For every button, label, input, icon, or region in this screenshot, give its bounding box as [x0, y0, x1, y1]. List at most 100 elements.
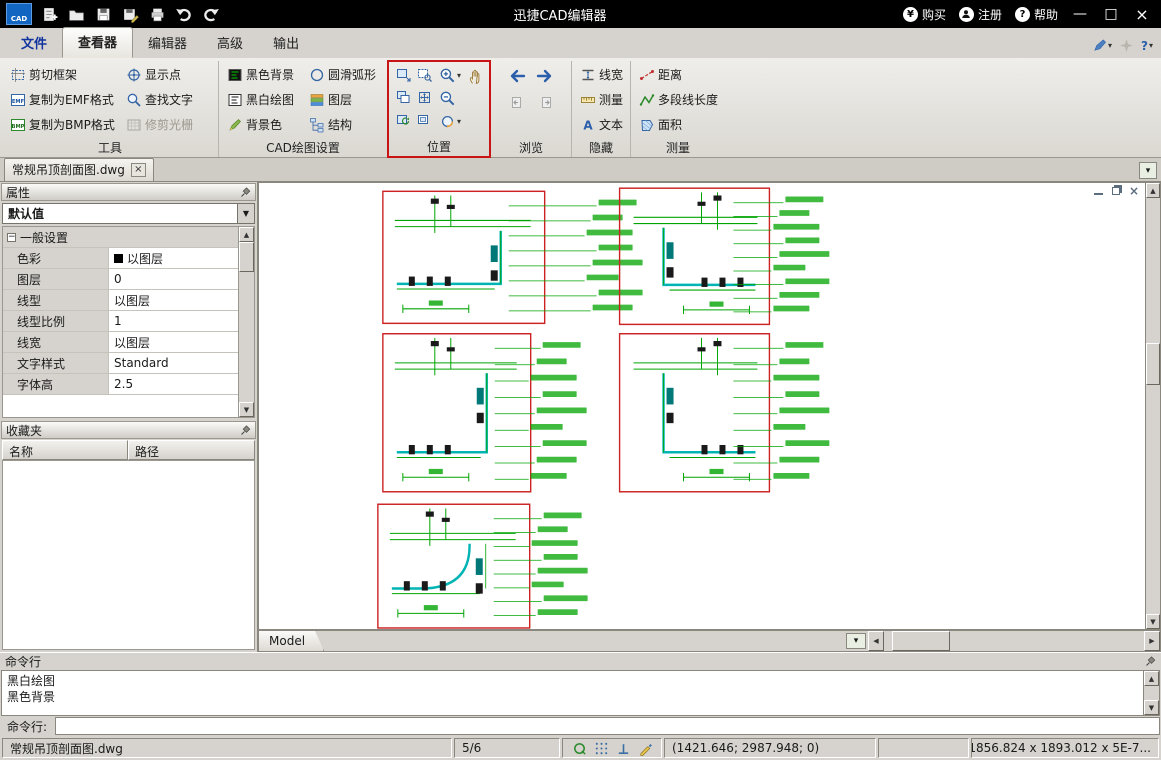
- tab-output[interactable]: 输出: [258, 29, 314, 58]
- line-width-button[interactable]: 线宽: [577, 62, 625, 87]
- zoom-out-button[interactable]: [439, 87, 461, 110]
- document-tab[interactable]: 常规吊顶剖面图.dwg ×: [4, 158, 154, 181]
- pin-icon[interactable]: [240, 186, 251, 198]
- vertical-scroll-thumb[interactable]: [1146, 343, 1160, 385]
- undo-button[interactable]: [174, 4, 194, 24]
- find-text-button[interactable]: 查找文字: [123, 87, 213, 112]
- hide-text-button[interactable]: A 文本: [577, 112, 625, 137]
- tab-editor[interactable]: 编辑器: [133, 29, 202, 58]
- property-row-layer[interactable]: 图层 0: [3, 269, 238, 290]
- save-button[interactable]: [93, 4, 113, 24]
- command-history[interactable]: 黑白绘图 黑色背景 ▲ ▼: [1, 670, 1160, 716]
- save-as-button[interactable]: [120, 4, 140, 24]
- favorites-col-path[interactable]: 路径: [128, 440, 255, 460]
- property-row-color[interactable]: 色彩 以图层: [3, 248, 238, 269]
- black-background-button[interactable]: 黑色背景: [224, 62, 306, 87]
- pan-view-button[interactable]: [393, 64, 413, 84]
- property-row-linetype[interactable]: 线型 以图层: [3, 290, 238, 311]
- background-color-button[interactable]: 背景色: [224, 112, 306, 137]
- style-pencil-button[interactable]: ▾: [1092, 38, 1112, 53]
- scroll-right-icon[interactable]: ▶: [1144, 631, 1160, 651]
- model-tab[interactable]: Model: [259, 631, 324, 651]
- zoom-in-button[interactable]: ▾: [439, 64, 461, 87]
- redo-button[interactable]: [201, 4, 221, 24]
- command-scrollbar[interactable]: ▲ ▼: [1143, 671, 1159, 715]
- pin-icon[interactable]: [240, 424, 251, 436]
- property-grid-scrollbar[interactable]: ▲ ▼: [238, 227, 254, 417]
- page-forward-button[interactable]: [536, 92, 556, 112]
- copy-emf-button[interactable]: EMF 复制为EMF格式: [7, 87, 123, 112]
- favorites-col-name[interactable]: 名称: [2, 440, 128, 460]
- show-points-button[interactable]: 显示点: [123, 62, 213, 87]
- page-back-button[interactable]: [506, 92, 526, 112]
- maximize-button[interactable]: □: [1098, 3, 1124, 25]
- layers-button[interactable]: 图层: [306, 87, 382, 112]
- new-file-button[interactable]: [39, 4, 59, 24]
- forward-button[interactable]: [536, 66, 556, 86]
- open-file-button[interactable]: [66, 4, 86, 24]
- grid-icon[interactable]: [594, 741, 609, 756]
- pin-icon[interactable]: [1145, 656, 1156, 667]
- structure-button[interactable]: 结构: [306, 112, 382, 137]
- property-row-text-height[interactable]: 字体高 2.5: [3, 374, 238, 395]
- scroll-up-icon[interactable]: ▲: [1146, 183, 1160, 198]
- scroll-up-icon[interactable]: ▲: [1144, 671, 1159, 686]
- previous-view-button[interactable]: [393, 87, 413, 107]
- favorites-list[interactable]: [2, 460, 255, 650]
- tab-file[interactable]: 文件: [6, 29, 62, 58]
- preset-dropdown-icon[interactable]: ▼: [237, 204, 254, 223]
- document-close-icon[interactable]: ×: [130, 162, 146, 177]
- mdi-close-icon[interactable]: ×: [1129, 185, 1139, 197]
- tab-list-dropdown-button[interactable]: ▾: [1139, 162, 1157, 179]
- clip-frame-button[interactable]: 剪切框架: [7, 62, 123, 87]
- distance-button[interactable]: 距离: [636, 62, 720, 87]
- scroll-down-icon[interactable]: ▼: [239, 402, 254, 417]
- horizontal-scroll-thumb[interactable]: [892, 631, 950, 651]
- print-button[interactable]: [147, 4, 167, 24]
- mdi-minimize-icon[interactable]: [1093, 187, 1103, 195]
- zoom-extents-button[interactable]: [414, 87, 434, 107]
- snap-icon[interactable]: [572, 741, 587, 756]
- command-input[interactable]: [55, 717, 1160, 735]
- property-row-text-style[interactable]: 文字样式 Standard: [3, 353, 238, 374]
- polyline-length-button[interactable]: 多段线长度: [636, 87, 720, 112]
- refresh-view-button[interactable]: [393, 110, 413, 130]
- buy-button[interactable]: ¥ 购买: [899, 6, 950, 23]
- zoom-orbit-button[interactable]: ▾: [439, 110, 461, 133]
- pen-style-icon[interactable]: [638, 741, 653, 756]
- hide-measure-button[interactable]: 测量: [577, 87, 625, 112]
- collapse-icon[interactable]: −: [7, 232, 16, 242]
- help-button[interactable]: ? 帮助: [1011, 6, 1062, 23]
- back-button[interactable]: [506, 66, 526, 86]
- preset-select[interactable]: 默认值 ▼: [2, 203, 255, 224]
- horizontal-scrollbar[interactable]: ◀ ▶: [868, 631, 1160, 651]
- scroll-down-icon[interactable]: ▼: [1144, 700, 1159, 715]
- scroll-up-icon[interactable]: ▲: [239, 227, 254, 242]
- ortho-icon[interactable]: [616, 741, 631, 756]
- scroll-left-icon[interactable]: ◀: [868, 631, 884, 651]
- layout-dropdown-button[interactable]: ▾: [846, 633, 866, 649]
- property-row-linetype-scale[interactable]: 线型比例 1: [3, 311, 238, 332]
- ribbon-help-button[interactable]: ? ▾: [1141, 39, 1153, 53]
- trim-raster-button[interactable]: 修剪光栅: [123, 112, 213, 137]
- vertical-scrollbar[interactable]: ▲ ▼: [1145, 182, 1161, 630]
- tab-advanced[interactable]: 高级: [202, 29, 258, 58]
- close-button[interactable]: ×: [1129, 3, 1155, 25]
- area-button[interactable]: 面积: [636, 112, 720, 137]
- zoom-selection-button[interactable]: [414, 110, 434, 130]
- pan-hand-button[interactable]: [465, 66, 485, 86]
- copy-bmp-button[interactable]: BMP 复制为BMP格式: [7, 112, 123, 137]
- scroll-down-icon[interactable]: ▼: [1146, 614, 1160, 629]
- smooth-arc-button[interactable]: 圆滑弧形: [306, 62, 382, 87]
- property-section-general[interactable]: − 一般设置: [3, 227, 238, 248]
- bw-drawing-button[interactable]: 黑白绘图: [224, 87, 306, 112]
- scroll-thumb[interactable]: [239, 242, 254, 272]
- minimize-button[interactable]: —: [1067, 3, 1093, 25]
- favorite-star-button[interactable]: [1120, 39, 1134, 52]
- register-button[interactable]: 注册: [955, 6, 1006, 23]
- zoom-window-button[interactable]: [414, 64, 434, 84]
- tab-viewer[interactable]: 查看器: [62, 27, 134, 58]
- cad-canvas[interactable]: ×: [258, 182, 1145, 630]
- mdi-restore-icon[interactable]: [1111, 187, 1120, 195]
- property-row-lineweight[interactable]: 线宽 以图层: [3, 332, 238, 353]
